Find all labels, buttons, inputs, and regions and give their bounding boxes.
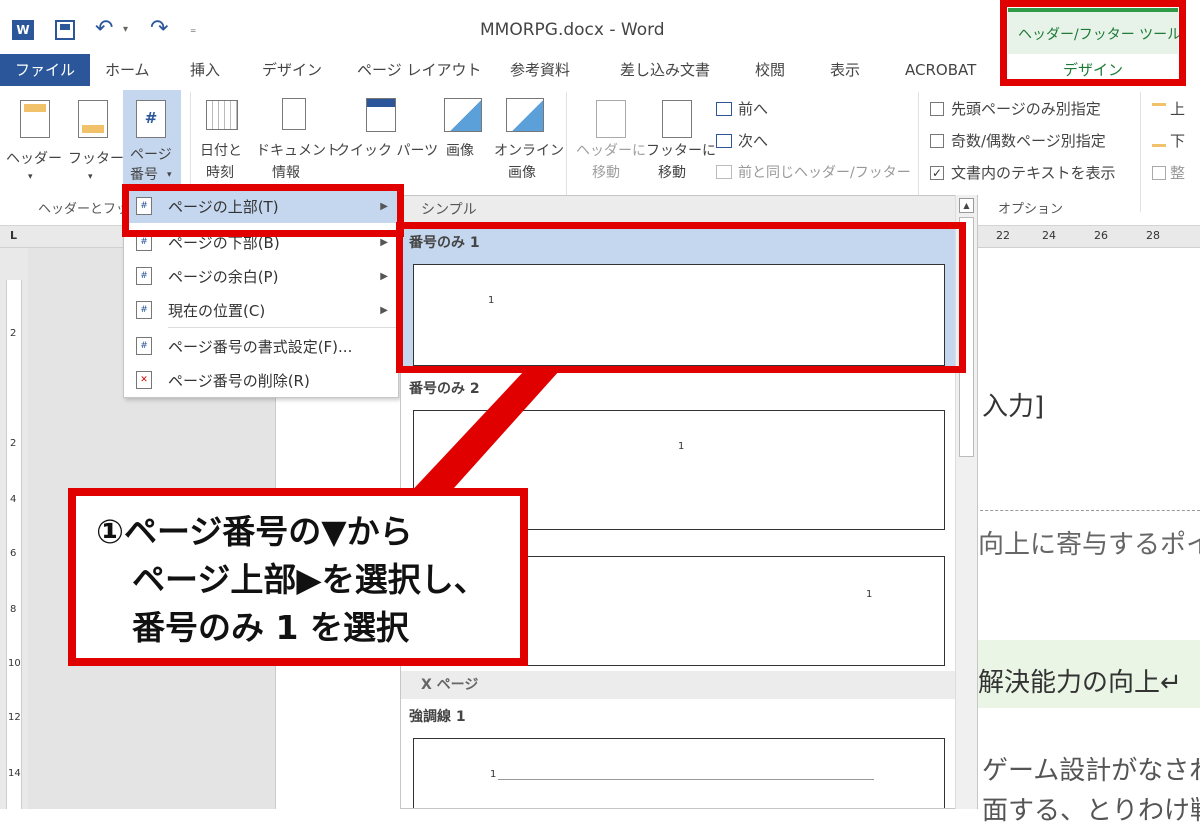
callout-line: ①ページ番号の▼から [96, 512, 413, 551]
instruction-callout: ①ページ番号の▼から ページ上部▶を選択し、 番号のみ 1 を選択 [68, 488, 528, 666]
callout-pointer [405, 370, 560, 498]
callout-line: 番号のみ 1 を選択 [132, 608, 409, 647]
callout-line: ページ上部▶を選択し、 [132, 560, 487, 599]
